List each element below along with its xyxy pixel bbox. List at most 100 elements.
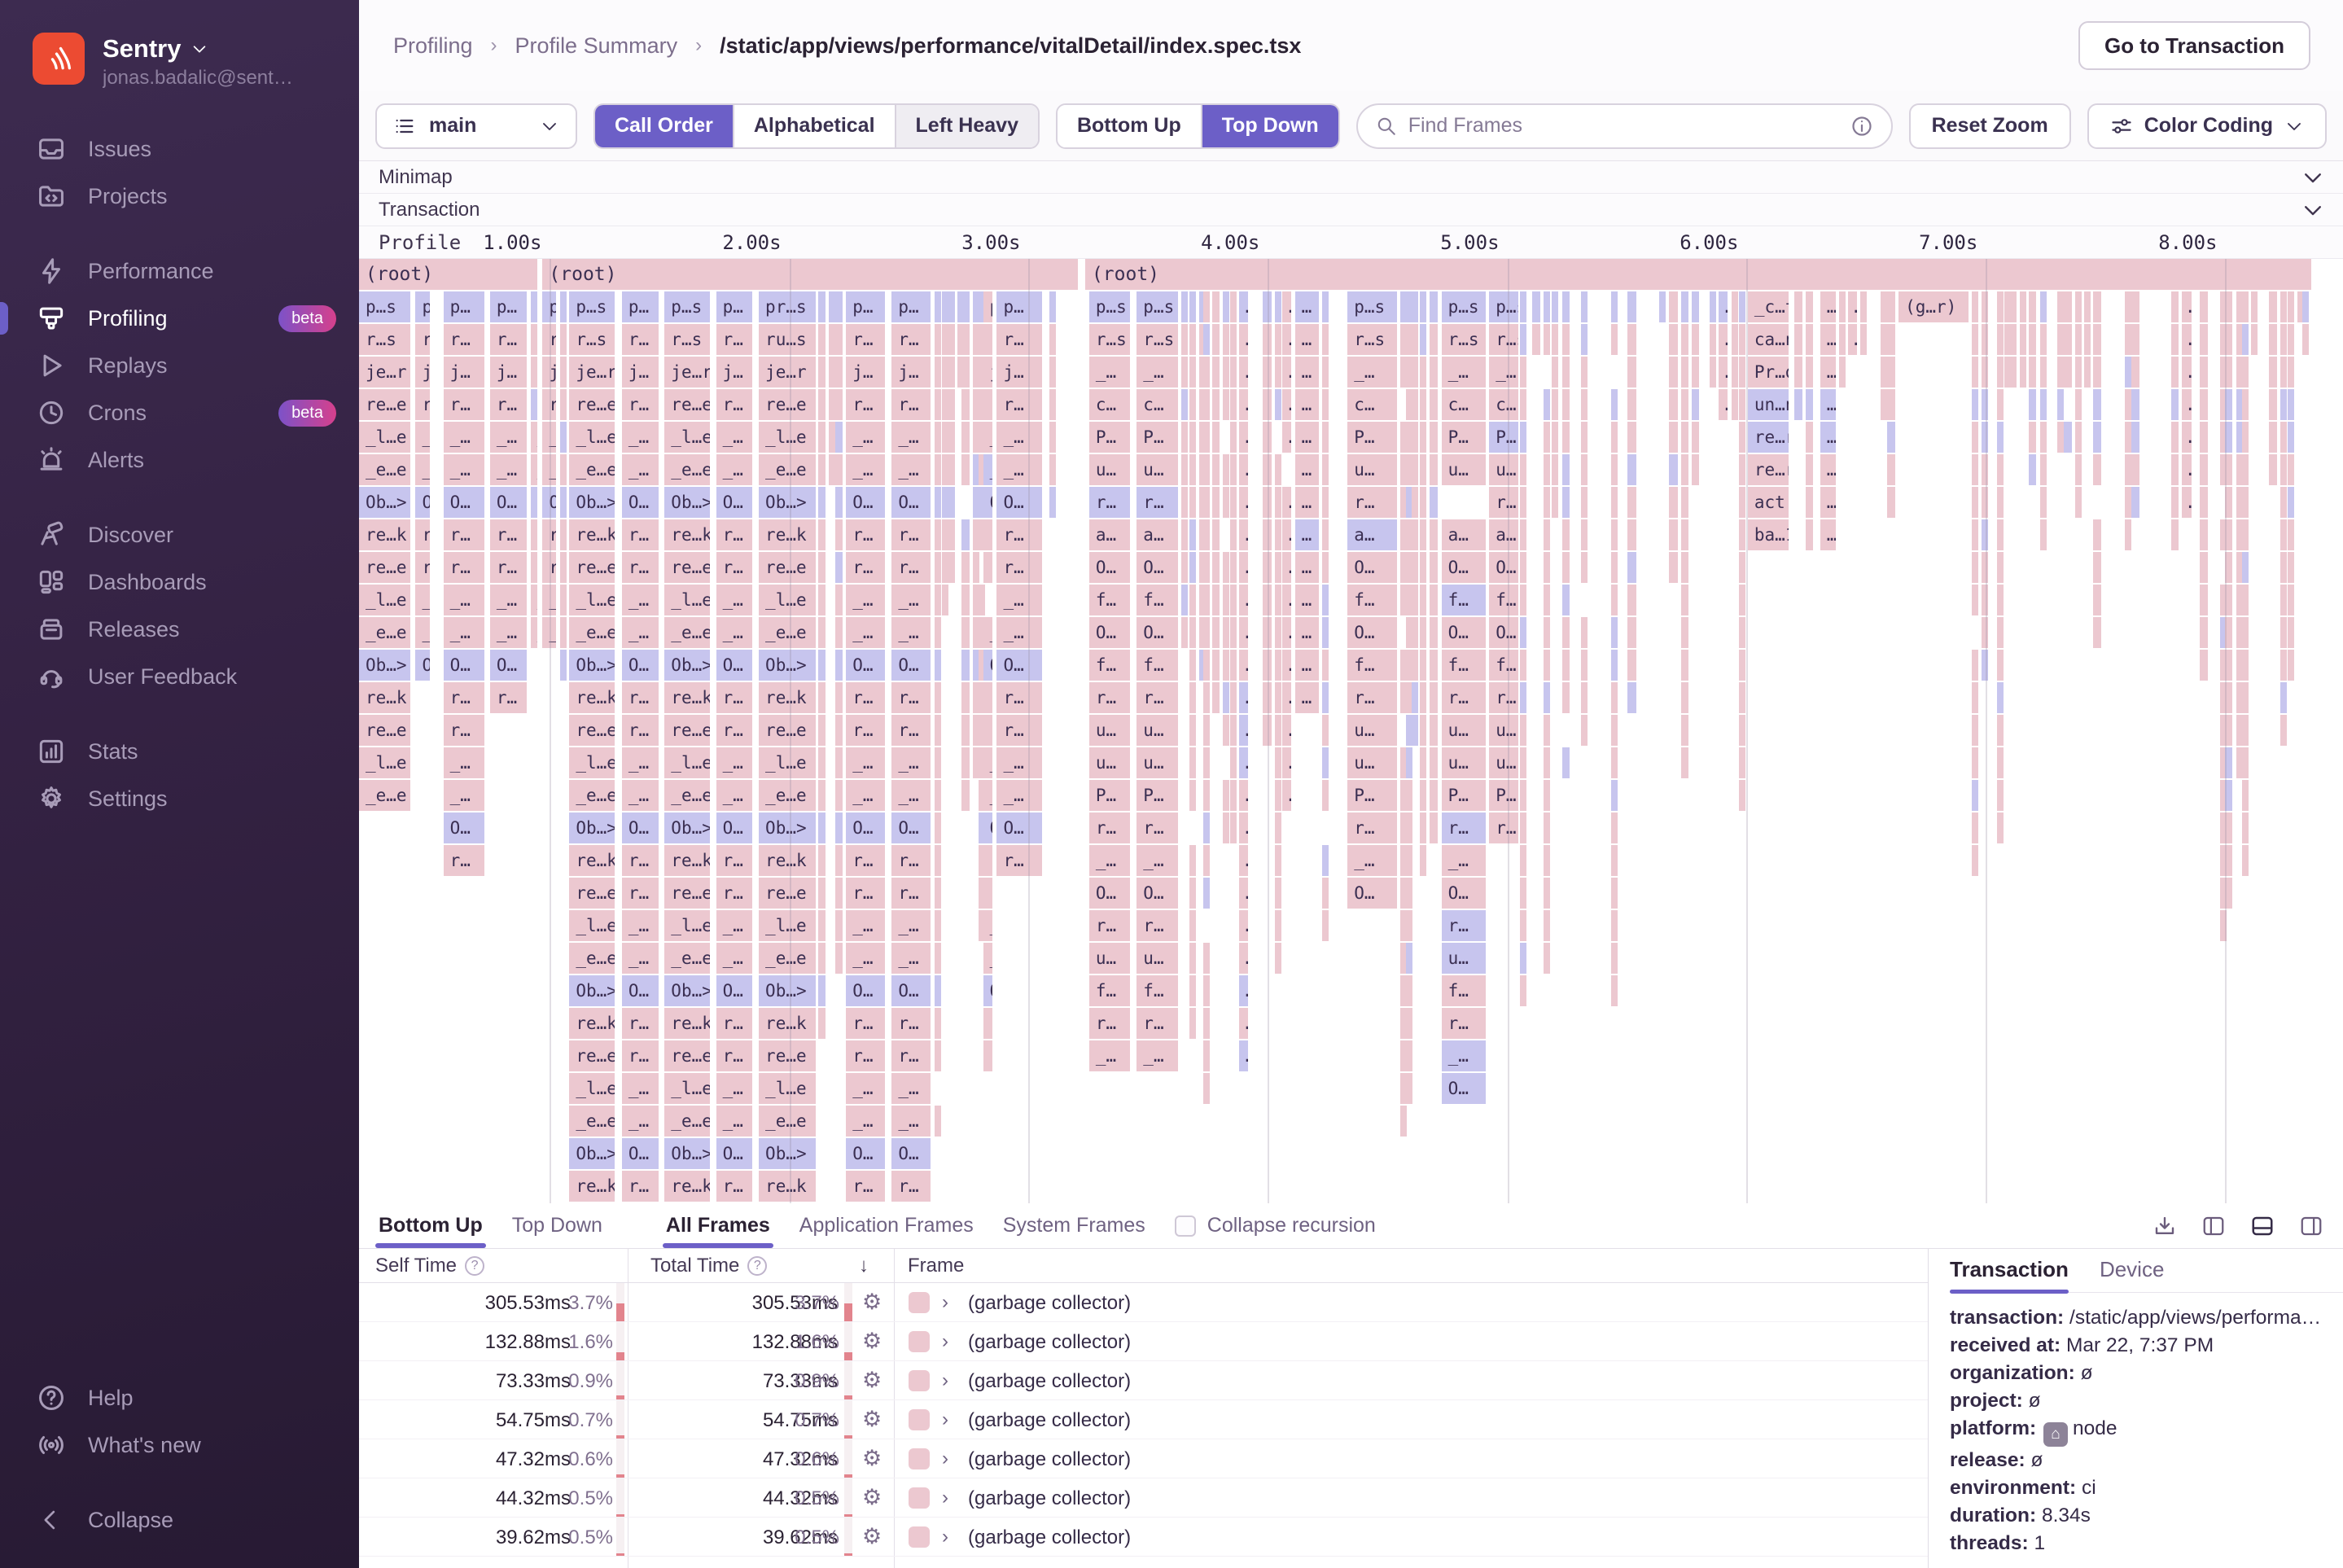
flame-frame[interactable] (1420, 780, 1426, 811)
flame-frame[interactable] (1806, 389, 1813, 420)
minimap-section-row[interactable]: Minimap (359, 161, 2343, 194)
flame-frame[interactable] (1520, 357, 1526, 388)
flame-frame[interactable] (2084, 357, 2091, 388)
flame-frame[interactable] (1400, 1106, 1407, 1137)
flame-frame[interactable] (1322, 878, 1329, 909)
flame-frame[interactable] (2075, 454, 2082, 485)
flame-frame[interactable] (1739, 780, 1745, 811)
flame-frame[interactable]: p… (444, 291, 484, 322)
flame-frame[interactable] (1627, 487, 1636, 518)
color-coding-button[interactable]: Color Coding (2087, 103, 2327, 149)
flame-frame[interactable] (1263, 650, 1272, 681)
flame-frame[interactable] (2288, 291, 2294, 322)
flame-frame[interactable] (1212, 519, 1220, 550)
flame-frame[interactable]: O… (1442, 552, 1486, 583)
flame-frame[interactable] (1430, 487, 1438, 518)
tab-top-down[interactable]: Top Down (512, 1203, 602, 1248)
flame-frame[interactable] (2280, 585, 2287, 615)
flame-frame[interactable] (1611, 910, 1618, 941)
flame-frame[interactable]: r… (622, 1040, 659, 1071)
flame-frame[interactable]: _… (891, 617, 931, 648)
flame-frame[interactable]: … (2182, 389, 2191, 420)
flame-frame[interactable] (2040, 454, 2047, 485)
flame-frame[interactable] (1627, 552, 1636, 583)
flame-frame[interactable] (2280, 291, 2287, 322)
flame-frame[interactable]: c… (1089, 389, 1130, 420)
flame-frame[interactable] (1544, 585, 1550, 615)
flame-frame[interactable] (818, 780, 825, 811)
flame-frame[interactable]: … (1239, 812, 1249, 843)
flame-frame[interactable]: r… (1489, 682, 1517, 713)
flame-frame[interactable] (1420, 487, 1426, 518)
flame-frame[interactable]: Ob…> (359, 487, 410, 518)
flame-frame[interactable]: re…e (569, 878, 614, 909)
flame-frame[interactable]: _… (983, 780, 992, 811)
flame-frame[interactable] (1611, 812, 1618, 843)
flame-frame[interactable]: r… (1089, 682, 1130, 713)
flame-frame[interactable] (818, 324, 825, 355)
flame-frame[interactable]: r…s (1089, 324, 1130, 355)
flame-frame[interactable]: r… (1136, 682, 1177, 713)
flame-frame[interactable] (2280, 682, 2287, 713)
flame-frame[interactable]: _… (622, 780, 659, 811)
flame-frame[interactable]: _… (415, 617, 430, 648)
flame-frame[interactable]: _… (1442, 1040, 1486, 1071)
flame-frame[interactable] (2280, 487, 2287, 518)
flame-frame[interactable] (1406, 845, 1412, 876)
flame-frame[interactable]: re…k (569, 1171, 614, 1202)
flame-frame[interactable]: un…n (1748, 389, 1789, 420)
flame-frame[interactable] (948, 422, 955, 453)
flame-frame[interactable] (1322, 715, 1329, 746)
flame-frame[interactable] (818, 617, 825, 648)
flame-frame[interactable] (829, 422, 835, 453)
flame-frame[interactable] (1887, 487, 1895, 518)
flame-frame[interactable]: re…e (359, 389, 410, 420)
flame-frame[interactable]: _… (846, 454, 885, 485)
flame-frame[interactable] (1997, 682, 2004, 713)
flame-frame[interactable]: f… (1442, 650, 1486, 681)
flame-frame[interactable]: j… (996, 357, 1041, 388)
flame-frame[interactable]: … (1848, 291, 1858, 322)
flame-frame[interactable] (1430, 682, 1438, 713)
flame-frame[interactable]: Ob…> (664, 650, 709, 681)
flame-frame[interactable]: re…k (759, 845, 816, 876)
flame-frame[interactable] (1544, 682, 1550, 713)
flame-frame[interactable] (2057, 357, 2064, 388)
flame-frame[interactable] (1322, 585, 1329, 615)
flame-frame[interactable]: ru…s (759, 324, 816, 355)
flame-frame[interactable] (1203, 487, 1210, 518)
flame-frame[interactable]: _… (891, 910, 931, 941)
flame-frame[interactable]: _… (996, 617, 1041, 648)
flame-frame[interactable] (1230, 454, 1237, 485)
flame-frame[interactable] (818, 975, 825, 1006)
flame-frame[interactable] (835, 878, 843, 909)
flame-frame[interactable] (1203, 943, 1210, 974)
flame-frame[interactable] (1430, 715, 1438, 746)
sidebar-item-crons[interactable]: Cronsbeta (0, 389, 359, 436)
flame-frame[interactable]: … (1820, 519, 1836, 550)
flame-frame[interactable] (2064, 324, 2072, 355)
flame-frame[interactable] (1581, 650, 1588, 681)
flame-frame[interactable] (1322, 682, 1329, 713)
flame-frame[interactable] (1275, 910, 1281, 941)
flame-frame[interactable]: … (1282, 682, 1291, 713)
flame-frame[interactable] (1189, 845, 1196, 876)
flame-frame[interactable]: p…s (569, 291, 614, 322)
flame-frame[interactable] (973, 552, 979, 583)
flame-frame[interactable]: O… (490, 487, 528, 518)
flame-frame[interactable] (961, 682, 969, 713)
flame-frame[interactable]: j… (983, 357, 992, 388)
flame-frame[interactable] (1972, 585, 1978, 615)
flame-frame[interactable] (1972, 715, 1978, 746)
flame-frame[interactable] (1887, 454, 1895, 485)
flame-frame[interactable] (1581, 291, 1588, 322)
flame-frame[interactable] (560, 585, 567, 615)
flame-frame[interactable] (1562, 747, 1570, 778)
flame-frame[interactable] (1275, 878, 1281, 909)
chevron-right-icon[interactable]: › (942, 1408, 948, 1431)
flame-frame[interactable]: _e…e (664, 617, 709, 648)
flame-frame[interactable] (2269, 454, 2277, 485)
flame-frame[interactable] (1322, 552, 1329, 583)
flame-frame[interactable]: r… (622, 389, 659, 420)
flame-frame[interactable]: r… (996, 682, 1041, 713)
